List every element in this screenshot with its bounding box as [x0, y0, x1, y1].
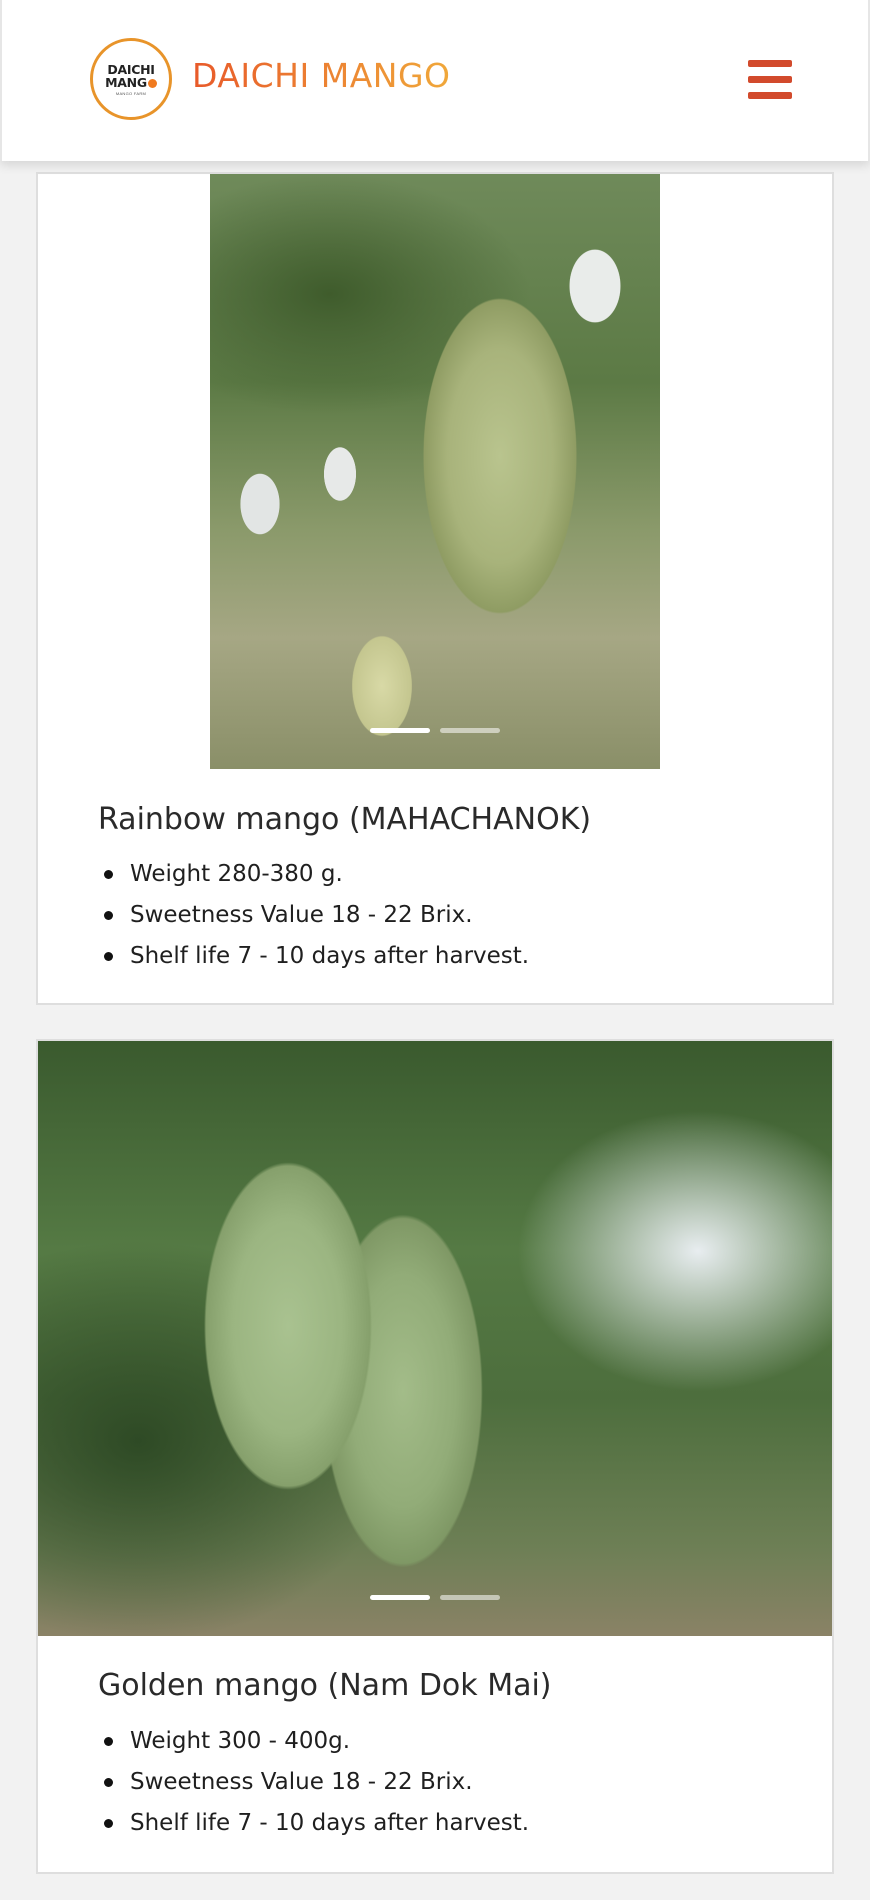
- product-spec-list: Weight 280-380 g. Sweetness Value 18 - 2…: [98, 854, 529, 977]
- brand-logo[interactable]: DAICHI MANG MANGO FARM: [90, 38, 172, 120]
- product-title: Golden mango (Nam Dok Mai): [98, 1668, 552, 1703]
- carousel-indicator-2[interactable]: [440, 728, 500, 733]
- brand-name[interactable]: DAICHI MANGO: [192, 56, 451, 95]
- logo-tagline: MANGO FARM: [115, 90, 147, 96]
- carousel-indicators: [210, 728, 660, 733]
- product-title: Rainbow mango (MAHACHANOK): [98, 802, 592, 837]
- logo-text-line2: MANG: [105, 76, 157, 89]
- logo-text-line2-value: MANG: [105, 74, 147, 90]
- site-header: DAICHI MANG MANGO FARM DAICHI MANGO: [0, 0, 870, 161]
- menu-bar: [748, 76, 792, 83]
- spec-sweetness: Sweetness Value 18 - 22 Brix.: [98, 895, 529, 936]
- carousel-indicators: [38, 1595, 832, 1600]
- spec-shelf-life: Shelf life 7 - 10 days after harvest.: [98, 936, 529, 977]
- carousel-indicator-1[interactable]: [370, 728, 430, 733]
- hamburger-menu-icon[interactable]: [748, 60, 794, 100]
- product-photo-carousel[interactable]: [210, 174, 660, 769]
- product-card-golden-mango: Golden mango (Nam Dok Mai) Weight 300 - …: [36, 1039, 834, 1874]
- spec-weight: Weight 300 - 400g.: [98, 1721, 529, 1762]
- spec-shelf-life: Shelf life 7 - 10 days after harvest.: [98, 1803, 529, 1844]
- spec-sweetness: Sweetness Value 18 - 22 Brix.: [98, 1762, 529, 1803]
- spec-weight: Weight 280-380 g.: [98, 854, 529, 895]
- menu-bar: [748, 60, 792, 67]
- product-spec-list: Weight 300 - 400g. Sweetness Value 18 - …: [98, 1721, 529, 1844]
- menu-bar: [748, 92, 792, 99]
- carousel-indicator-2[interactable]: [440, 1595, 500, 1600]
- carousel-indicator-1[interactable]: [370, 1595, 430, 1600]
- mango-icon: [147, 78, 157, 88]
- product-card-rainbow-mango: Rainbow mango (MAHACHANOK) Weight 280-38…: [36, 172, 834, 1005]
- product-photo-carousel[interactable]: [38, 1041, 832, 1636]
